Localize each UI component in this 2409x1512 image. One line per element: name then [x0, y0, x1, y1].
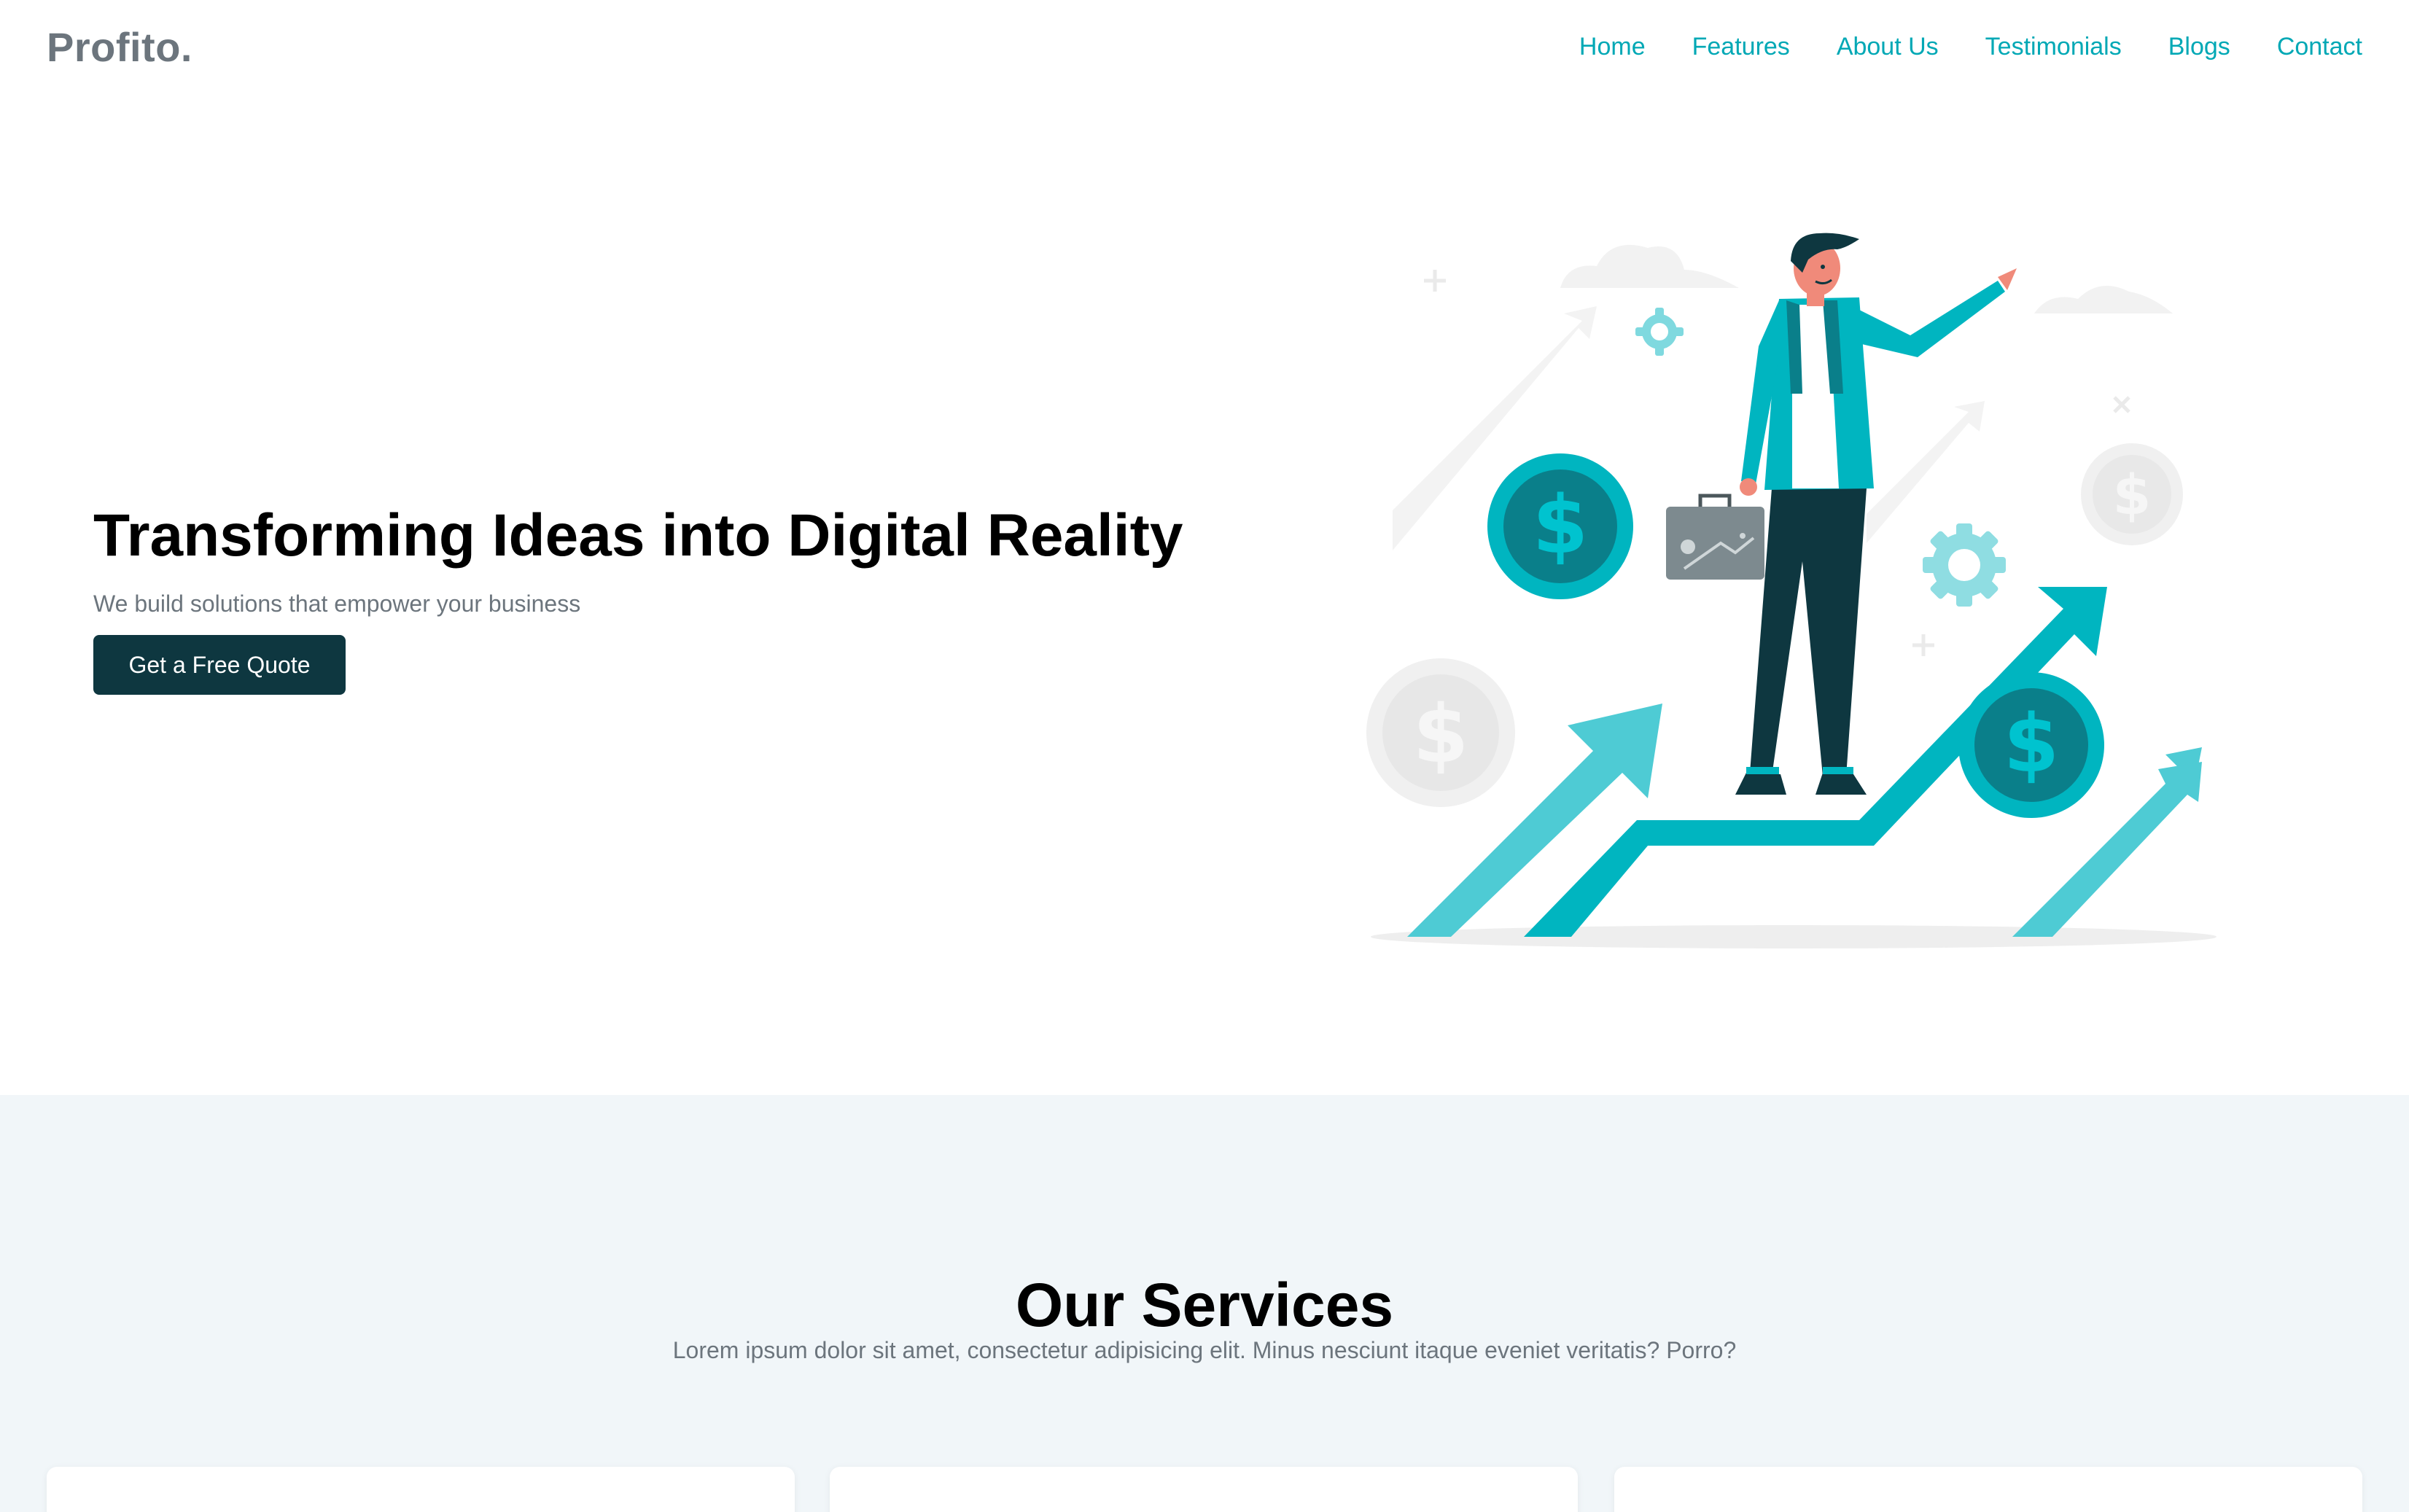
- service-card[interactable]: [1614, 1467, 2362, 1512]
- nav-menu: Home Features About Us Testimonials Blog…: [1579, 33, 2362, 61]
- dollar-coin-icon: $: [1958, 672, 2104, 818]
- growth-illustration: $ $ $ $: [1366, 233, 2217, 948]
- hero-section: Transforming Ideas into Digital Reality …: [93, 502, 1260, 695]
- nav-link-home[interactable]: Home: [1579, 33, 1646, 61]
- x-icon: [2113, 396, 2130, 413]
- ground-shadow: [1371, 925, 2217, 948]
- services-title: Our Services: [1015, 1271, 1394, 1339]
- nav-link-features[interactable]: Features: [1692, 33, 1790, 61]
- dollar-coin-icon: $: [2081, 443, 2183, 545]
- nav-link-blogs[interactable]: Blogs: [2168, 33, 2230, 61]
- service-card[interactable]: [830, 1467, 1578, 1512]
- svg-text:$: $: [2113, 462, 2152, 527]
- services-section: Our Services Lorem ipsum dolor sit amet,…: [0, 1095, 2409, 1512]
- get-quote-button[interactable]: Get a Free Quote: [93, 635, 346, 695]
- services-subtitle: Lorem ipsum dolor sit amet, consectetur …: [672, 1337, 1737, 1363]
- dollar-coin-icon: $: [1487, 453, 1633, 599]
- navbar: Profito. Home Features About Us Testimon…: [0, 0, 2409, 93]
- svg-text:$: $: [1533, 478, 1589, 572]
- briefcase-icon: [1666, 494, 1764, 580]
- hero-subtitle: We build solutions that empower your bus…: [93, 591, 581, 617]
- nav-link-testimonials[interactable]: Testimonials: [1985, 33, 2122, 61]
- page: Profito. Home Features About Us Testimon…: [0, 0, 2409, 1512]
- service-card[interactable]: [47, 1467, 795, 1512]
- brand-logo[interactable]: Profito.: [47, 23, 192, 71]
- hero-illustration: $ $ $ $: [1356, 219, 2217, 955]
- gear-icon: [1923, 523, 2006, 607]
- cloud-icon: [2034, 286, 2173, 313]
- nav-link-about-us[interactable]: About Us: [1837, 33, 1939, 61]
- hero-title: Transforming Ideas into Digital Reality: [93, 502, 1183, 569]
- gear-icon: [1635, 308, 1684, 356]
- svg-text:$: $: [2004, 697, 2060, 790]
- dollar-coin-icon: $: [1366, 658, 1515, 807]
- svg-text:$: $: [1413, 687, 1469, 781]
- arrow-up-icon: [1867, 401, 1985, 543]
- nav-link-contact[interactable]: Contact: [2277, 33, 2362, 61]
- cloud-icon: [1560, 244, 1739, 288]
